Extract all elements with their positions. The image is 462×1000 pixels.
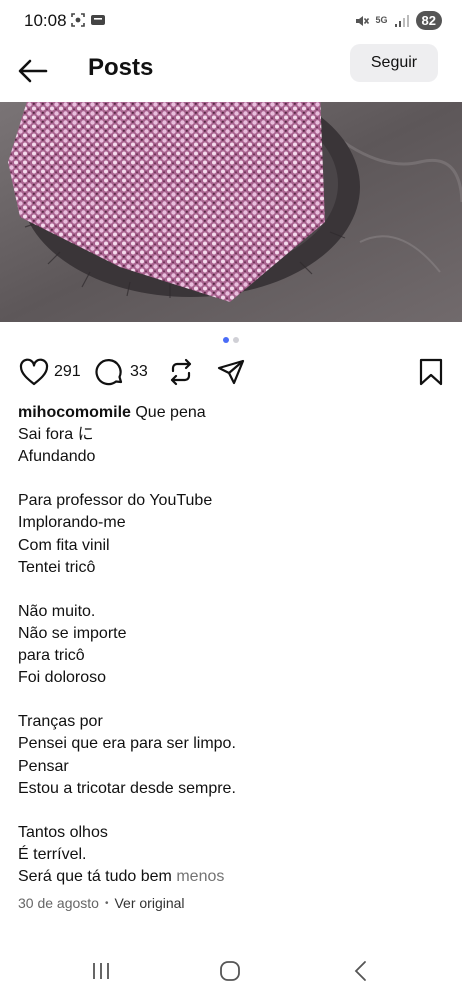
caption-line: Foi doloroso	[18, 669, 107, 687]
home-icon	[220, 961, 240, 981]
caption-line: Para professor do YouTube	[18, 492, 213, 510]
heart-icon	[19, 358, 49, 386]
caption-line: Tantos olhos	[18, 823, 108, 841]
caption-line: Estou a tricotar desde sempre.	[18, 779, 236, 797]
less-link[interactable]: menos	[176, 868, 224, 885]
back-icon	[354, 961, 366, 981]
mute-icon	[355, 15, 369, 26]
post-date: 30 de agosto	[18, 895, 99, 911]
caption-line: Afundando	[18, 448, 96, 466]
back-button[interactable]	[16, 56, 52, 86]
caption-last-line: Será que tá tudo bem menos	[18, 866, 438, 888]
caption-line: Implorando-me	[18, 514, 126, 532]
username-link[interactable]: mihocomomile	[18, 404, 131, 421]
notification-icon	[91, 15, 105, 25]
caption-line	[18, 468, 438, 490]
caption-line: Não muito.	[18, 602, 96, 620]
meta-separator: •	[104, 897, 109, 909]
status-right-icons: 5G 82	[354, 11, 442, 30]
knitted-cloth-photo	[0, 102, 462, 322]
caption-line: Não se importe	[18, 624, 127, 642]
arrow-left-icon	[18, 59, 48, 83]
post-meta: 30 de agosto • Ver original	[18, 895, 185, 911]
post-actions: 291 33	[18, 357, 444, 393]
caption-line: Tranças por	[18, 713, 103, 731]
carousel-dot	[233, 337, 239, 343]
page-title: Posts	[88, 54, 154, 81]
like-button[interactable]: 291	[18, 357, 81, 387]
see-original-link[interactable]: Ver original	[114, 895, 184, 911]
caption-line: Pensei que era para ser limpo.	[18, 735, 236, 753]
screenshot-icon	[71, 13, 85, 27]
recent-apps-icon	[93, 963, 109, 979]
comment-count: 33	[130, 363, 148, 380]
caption-line: É terrível.	[18, 845, 87, 863]
bookmark-icon	[419, 358, 443, 386]
repost-button[interactable]	[166, 357, 196, 387]
carousel-dot-active	[223, 337, 229, 343]
caption-line: Sai fora に	[18, 426, 94, 444]
post-caption: mihocomomile Que pena Sai fora に Afundan…	[18, 402, 438, 888]
home-button[interactable]	[219, 960, 241, 987]
comment-button[interactable]: 33	[94, 357, 148, 387]
status-left-icons	[70, 12, 106, 28]
status-bar: 10:08 5G 82	[0, 0, 462, 44]
header: Posts Seguir	[0, 44, 462, 100]
system-back-button[interactable]	[350, 960, 372, 987]
status-time: 10:08	[24, 11, 67, 30]
send-icon	[217, 359, 245, 385]
caption-line: para tricô	[18, 647, 85, 665]
follow-button[interactable]: Seguir	[350, 44, 438, 82]
caption-line: Pensar	[18, 757, 69, 775]
caption-text: Será que tá tudo bem	[18, 867, 172, 885]
caption-line: Tentei tricô	[18, 558, 96, 576]
caption-line: Com fita vinil	[18, 536, 110, 554]
like-count: 291	[54, 363, 81, 380]
share-button[interactable]	[216, 357, 246, 387]
caption-line	[18, 579, 438, 601]
comment-icon	[95, 359, 123, 386]
network-label: 5G	[375, 15, 388, 25]
save-button[interactable]	[418, 357, 444, 387]
repost-icon	[170, 358, 192, 386]
caption-line	[18, 689, 438, 711]
recent-apps-button[interactable]	[90, 960, 112, 987]
signal-icon	[394, 14, 409, 27]
post-image[interactable]	[0, 102, 462, 322]
battery-icon: 82	[415, 11, 442, 30]
carousel-indicator	[0, 337, 462, 343]
caption-text: Que pena	[135, 404, 206, 421]
caption-first-line: mihocomomile Que pena	[18, 402, 438, 424]
system-nav-bar	[0, 950, 462, 1000]
caption-line	[18, 800, 438, 822]
